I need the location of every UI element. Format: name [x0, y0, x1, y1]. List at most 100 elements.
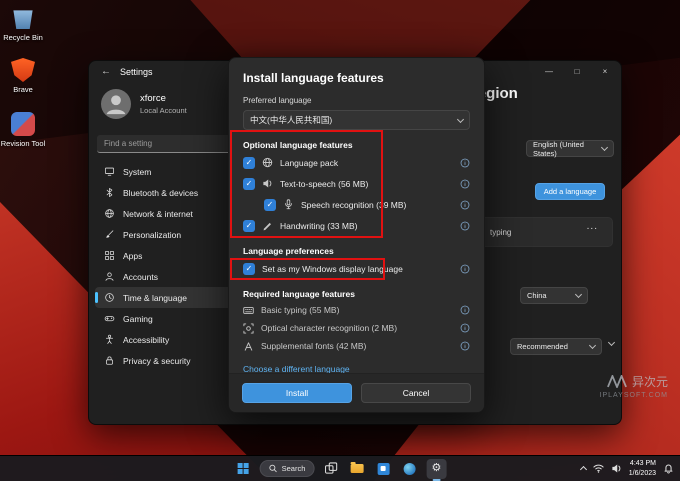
- brush-icon: [104, 229, 115, 240]
- search-icon: [269, 464, 278, 473]
- settings-taskbar-button[interactable]: ⚙: [426, 459, 446, 479]
- brave-icon: [11, 58, 35, 82]
- desktop-icon-brave[interactable]: Brave: [0, 58, 46, 94]
- feature-row-handwriting[interactable]: Handwriting (33 MB): [243, 215, 470, 236]
- info-icon[interactable]: [460, 158, 470, 168]
- accessibility-icon: [104, 334, 115, 345]
- text-to-speech-icon: [262, 178, 273, 189]
- sidebar-item-personalization[interactable]: Personalization: [95, 224, 235, 245]
- feature-row-ocr: Optical character recognition (2 MB): [243, 319, 470, 337]
- sidebar-item-accounts[interactable]: Accounts: [95, 266, 235, 287]
- volume-icon[interactable]: [611, 463, 622, 474]
- tray-date: 1/6/2023: [629, 469, 656, 478]
- info-icon[interactable]: [460, 264, 470, 274]
- feature-row-speech-recognition[interactable]: Speech recognition (39 MB): [243, 194, 470, 215]
- browser-button[interactable]: [400, 460, 418, 478]
- wifi-icon[interactable]: [593, 463, 604, 474]
- sidebar-item-time-language[interactable]: Time & language: [95, 287, 235, 308]
- taskbar-search-label: Search: [282, 464, 306, 473]
- feature-label: Language pack: [280, 158, 338, 168]
- bluetooth-icon: [104, 187, 115, 198]
- avatar: [101, 89, 131, 119]
- chevron-down-icon: [589, 342, 596, 349]
- info-icon[interactable]: [460, 179, 470, 189]
- sidebar-label: Bluetooth & devices: [123, 188, 198, 198]
- country-dropdown[interactable]: China: [520, 287, 588, 304]
- maximize-button[interactable]: □: [563, 61, 591, 81]
- language-preferences-header: Language preferences: [243, 246, 470, 256]
- info-icon[interactable]: [460, 221, 470, 231]
- fonts-icon: [243, 341, 254, 352]
- feature-row-text-to-speech[interactable]: Text-to-speech (56 MB): [243, 173, 470, 194]
- desktop-icon-recycle-bin[interactable]: Recycle Bin: [0, 6, 46, 42]
- taskbar-search-button[interactable]: Search: [260, 460, 315, 477]
- system-icon: [104, 166, 115, 177]
- more-options-icon[interactable]: ...: [587, 221, 598, 232]
- desktop-icon-label: Brave: [0, 85, 46, 94]
- sidebar-item-bluetooth-devices[interactable]: Bluetooth & devices: [95, 182, 235, 203]
- tray-clock[interactable]: 4:43 PM 1/6/2023: [629, 459, 656, 478]
- sidebar-label: Network & internet: [123, 209, 193, 219]
- info-icon[interactable]: [460, 305, 470, 315]
- speech-recognition-checkbox[interactable]: [264, 199, 276, 211]
- info-icon[interactable]: [460, 323, 470, 333]
- sidebar-item-network-internet[interactable]: Network & internet: [95, 203, 235, 224]
- back-icon[interactable]: ←: [101, 66, 111, 77]
- regional-format-dropdown[interactable]: Recommended: [510, 338, 602, 355]
- windows-display-language-dropdown[interactable]: English (United States): [526, 140, 614, 157]
- dropdown-value: English (United States): [533, 140, 598, 158]
- cancel-button[interactable]: Cancel: [361, 383, 471, 403]
- dialog-footer: Install Cancel: [229, 373, 484, 412]
- typing-card-label: typing: [490, 228, 511, 237]
- lock-icon: [104, 355, 115, 366]
- install-button[interactable]: Install: [242, 383, 352, 403]
- feature-row-language-pack[interactable]: Language pack: [243, 152, 470, 173]
- store-button[interactable]: [374, 460, 392, 478]
- keyboard-icon: [243, 305, 254, 316]
- store-icon: [377, 463, 389, 475]
- minimize-button[interactable]: —: [535, 61, 563, 81]
- sidebar-item-system[interactable]: System: [95, 161, 235, 182]
- preferred-language-dropdown[interactable]: 中文(中华人民共和国): [243, 110, 470, 130]
- windows-logo-icon: [237, 463, 248, 474]
- desktop-icon-revision-tool[interactable]: Revision Tool: [0, 112, 46, 148]
- sidebar-item-privacy-security[interactable]: Privacy & security: [95, 350, 235, 371]
- watermark-url: IPLAYSOFT.COM: [600, 392, 669, 399]
- tray-overflow-chevron-icon[interactable]: [580, 466, 587, 473]
- info-icon[interactable]: [460, 341, 470, 351]
- feature-label: Optical character recognition (2 MB): [261, 323, 397, 333]
- task-view-button[interactable]: [322, 460, 340, 478]
- sidebar-item-gaming[interactable]: Gaming: [95, 308, 235, 329]
- dropdown-value: China: [527, 291, 547, 300]
- install-language-features-dialog: Install language features Preferred lang…: [228, 57, 485, 413]
- sidebar-item-accessibility[interactable]: Accessibility: [95, 329, 235, 350]
- regional-format-expander-icon[interactable]: [608, 339, 615, 346]
- feature-row-display-language[interactable]: Set as my Windows display language: [243, 258, 470, 279]
- account-name: xforce: [140, 93, 187, 104]
- chevron-down-icon: [601, 144, 608, 151]
- sidebar-label: System: [123, 167, 151, 177]
- sidebar-label: Accounts: [123, 272, 158, 282]
- feature-row-supplemental-fonts: Supplemental fonts (42 MB): [243, 337, 470, 355]
- dialog-title: Install language features: [243, 71, 470, 85]
- sidebar-item-apps[interactable]: Apps: [95, 245, 235, 266]
- gear-icon: ⚙: [431, 463, 441, 474]
- sidebar-label: Privacy & security: [123, 356, 191, 366]
- settings-search-input[interactable]: Find a setting: [97, 135, 231, 153]
- handwriting-checkbox[interactable]: [243, 220, 255, 232]
- revision-tool-icon: [11, 112, 35, 136]
- info-icon[interactable]: [460, 200, 470, 210]
- add-language-button[interactable]: Add a language: [535, 183, 605, 200]
- notification-bell-icon[interactable]: [663, 463, 674, 474]
- display-language-checkbox[interactable]: [243, 263, 255, 275]
- close-button[interactable]: ×: [591, 61, 619, 81]
- account-block: xforce Local Account: [101, 89, 187, 119]
- sidebar-label: Gaming: [123, 314, 153, 324]
- desktop-icon-label: Revision Tool: [0, 139, 46, 148]
- text-to-speech-checkbox[interactable]: [243, 178, 255, 190]
- globe-icon: [104, 208, 115, 219]
- file-explorer-button[interactable]: [348, 460, 366, 478]
- browser-icon: [403, 463, 415, 475]
- start-button[interactable]: [234, 460, 252, 478]
- language-pack-checkbox[interactable]: [243, 157, 255, 169]
